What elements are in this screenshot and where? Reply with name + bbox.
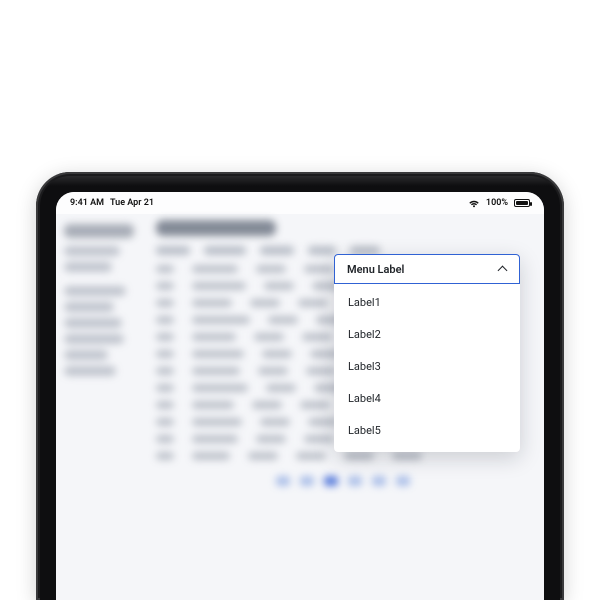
dropdown-item-label: Label4 xyxy=(348,392,381,405)
tablet-device-frame: 9:41 AM Tue Apr 21 100% xyxy=(36,172,564,600)
chevron-up-icon xyxy=(497,264,507,274)
dropdown-item[interactable]: Label2 xyxy=(334,318,520,350)
status-date: Tue Apr 21 xyxy=(110,198,154,208)
dropdown-list: Label1 Label2 Label3 Label4 Label5 xyxy=(334,284,520,452)
battery-icon xyxy=(514,199,530,207)
dropdown-toggle[interactable]: Menu Label xyxy=(334,254,520,284)
dropdown-item[interactable]: Label1 xyxy=(334,286,520,318)
dropdown-item-label: Label2 xyxy=(348,328,381,341)
status-bar: 9:41 AM Tue Apr 21 100% xyxy=(56,192,544,214)
dropdown-item[interactable]: Label4 xyxy=(334,382,520,414)
dropdown-item[interactable]: Label3 xyxy=(334,350,520,382)
dropdown-item-label: Label1 xyxy=(348,296,381,309)
wifi-icon xyxy=(468,199,480,208)
status-battery-pct: 100% xyxy=(486,198,508,208)
dropdown-menu: Menu Label Label1 Label2 Label3 Label4 xyxy=(334,254,520,452)
status-time: 9:41 AM xyxy=(70,198,104,208)
dropdown-item-label: Label3 xyxy=(348,360,381,373)
dropdown-header-label: Menu Label xyxy=(347,263,404,276)
dropdown-item[interactable]: Label5 xyxy=(334,414,520,446)
tablet-screen: 9:41 AM Tue Apr 21 100% xyxy=(56,192,544,600)
dropdown-item-label: Label5 xyxy=(348,424,381,437)
